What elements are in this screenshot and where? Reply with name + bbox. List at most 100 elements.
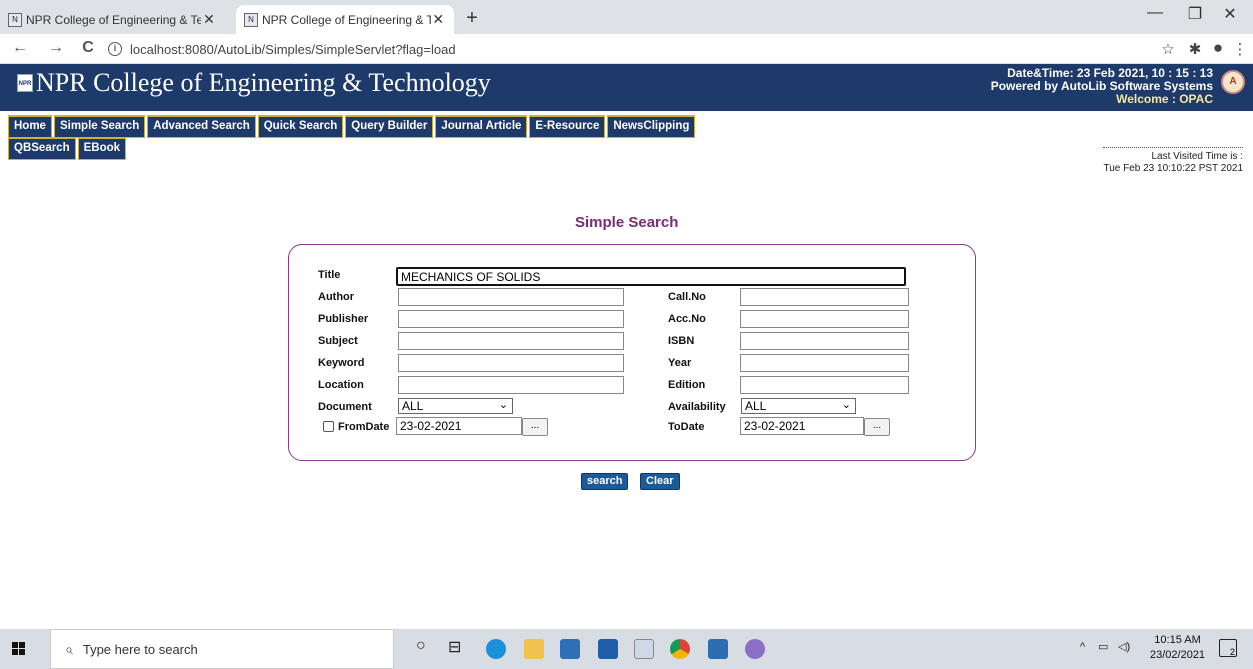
todate-input[interactable]: 23-02-2021 bbox=[740, 417, 864, 435]
url-field[interactable]: i localhost:8080/AutoLib/Simples/SimpleS… bbox=[108, 39, 1108, 59]
tray-chevron-icon[interactable]: ^ bbox=[1080, 641, 1085, 653]
store-icon[interactable] bbox=[560, 639, 580, 659]
menu-e-resource[interactable]: E-Resource bbox=[529, 115, 606, 138]
author-label: Author bbox=[318, 291, 355, 303]
paint-icon[interactable] bbox=[745, 639, 765, 659]
browser-menu-icon[interactable]: ⋮ bbox=[1230, 40, 1250, 58]
tab-title: NPR College of Engineering & Te bbox=[262, 12, 431, 27]
availability-label: Availability bbox=[668, 401, 726, 413]
menu-newsclipping[interactable]: NewsClipping bbox=[607, 115, 696, 138]
author-input[interactable] bbox=[398, 288, 624, 306]
fromdate-input[interactable]: 23-02-2021 bbox=[396, 417, 522, 435]
chrome-icon[interactable] bbox=[670, 639, 690, 659]
callno-label: Call.No bbox=[668, 291, 706, 303]
site-favicon-icon: N bbox=[244, 13, 258, 27]
last-visited-info: Last Visited Time is : Tue Feb 23 10:10:… bbox=[1103, 147, 1243, 175]
menu-advanced-search[interactable]: Advanced Search bbox=[147, 115, 256, 138]
year-input[interactable] bbox=[740, 354, 909, 372]
minimize-button[interactable]: — bbox=[1135, 4, 1175, 22]
taskbar-search-placeholder: Type here to search bbox=[82, 641, 198, 657]
title-label: Title bbox=[318, 269, 341, 281]
edition-input[interactable] bbox=[740, 376, 909, 394]
windows-start-icon[interactable] bbox=[12, 642, 26, 656]
college-name: NPR College of Engineering & Technology bbox=[36, 68, 491, 97]
availability-selected: ALL bbox=[745, 399, 767, 413]
subject-input[interactable] bbox=[398, 332, 624, 350]
publisher-label: Publisher bbox=[318, 313, 369, 325]
callno-input[interactable] bbox=[740, 288, 909, 306]
taskbar-search[interactable]: ⌕ Type here to search bbox=[50, 629, 394, 669]
menu-ebook[interactable]: EBook bbox=[77, 137, 127, 160]
network-icon[interactable]: ▭ bbox=[1098, 640, 1108, 653]
restore-button[interactable]: ❐ bbox=[1175, 4, 1215, 24]
menu-home[interactable]: Home bbox=[8, 115, 52, 138]
reload-icon[interactable]: C bbox=[78, 39, 98, 57]
title-input[interactable]: MECHANICS OF SOLIDS bbox=[396, 267, 906, 286]
menu-qbsearch[interactable]: QBSearch bbox=[8, 137, 76, 160]
address-bar: ← → C i localhost:8080/AutoLib/Simples/S… bbox=[0, 34, 1253, 64]
tab-close-icon[interactable]: ✕ bbox=[431, 11, 446, 28]
last-visited-value: Tue Feb 23 10:10:22 PST 2021 bbox=[1103, 163, 1243, 174]
clock[interactable]: 10:15 AM 23/02/2021 bbox=[1150, 633, 1205, 663]
task-view-icon[interactable]: ⊟ bbox=[448, 637, 461, 657]
document-selected: ALL bbox=[402, 399, 424, 413]
menu-simple-search[interactable]: Simple Search bbox=[53, 115, 146, 138]
keyword-input[interactable] bbox=[398, 354, 624, 372]
new-tab-button[interactable]: + bbox=[462, 7, 482, 30]
todate-picker-button[interactable]: ... bbox=[864, 418, 890, 436]
site-info-icon[interactable]: i bbox=[108, 42, 122, 56]
main-menu: Home Simple Search Advanced Search Quick… bbox=[8, 115, 697, 138]
menu-journal-article[interactable]: Journal Article bbox=[435, 115, 528, 138]
site-header: NPR NPR College of Engineering & Technol… bbox=[0, 64, 1253, 111]
clear-button[interactable]: Clear bbox=[640, 473, 680, 490]
mail-icon[interactable] bbox=[598, 639, 618, 659]
tab-close-icon[interactable]: ✕ bbox=[201, 11, 217, 28]
header-info: Date&Time: 23 Feb 2021, 10 : 15 : 13 Pow… bbox=[991, 67, 1213, 106]
notification-icon[interactable]: 2 bbox=[1219, 639, 1237, 657]
availability-select[interactable]: ALL ⌄ bbox=[741, 398, 856, 414]
back-icon[interactable]: ← bbox=[10, 39, 30, 57]
volume-icon[interactable]: ◁) bbox=[1118, 640, 1130, 653]
clock-time: 10:15 AM bbox=[1154, 634, 1201, 646]
bookmark-star-icon[interactable]: ☆ bbox=[1158, 40, 1178, 58]
site-favicon-icon: N bbox=[8, 13, 22, 27]
profile-icon[interactable]: ● bbox=[1208, 38, 1228, 58]
location-input[interactable] bbox=[398, 376, 624, 394]
isbn-input[interactable] bbox=[740, 332, 909, 350]
welcome-text: Welcome : OPAC bbox=[1116, 92, 1213, 106]
publisher-input[interactable] bbox=[398, 310, 624, 328]
file-explorer-icon[interactable] bbox=[524, 639, 544, 659]
fromdate-label: FromDate bbox=[338, 421, 390, 433]
cortana-icon[interactable]: ○ bbox=[416, 637, 426, 655]
document-select[interactable]: ALL ⌄ bbox=[398, 398, 513, 414]
subject-label: Subject bbox=[318, 335, 358, 347]
college-logo: NPR bbox=[17, 74, 33, 92]
autolib-logo: A bbox=[1221, 70, 1245, 94]
edge-icon[interactable] bbox=[486, 639, 506, 659]
close-window-button[interactable]: ✕ bbox=[1210, 4, 1250, 24]
java-icon[interactable] bbox=[634, 639, 654, 659]
menu-query-builder[interactable]: Query Builder bbox=[345, 115, 434, 138]
clock-date: 23/02/2021 bbox=[1150, 649, 1206, 661]
forward-icon[interactable]: → bbox=[46, 39, 66, 57]
search-icon: ⌕ bbox=[65, 640, 73, 657]
browser-tab-bar: N NPR College of Engineering & Te ✕ N NP… bbox=[0, 0, 1253, 34]
extensions-icon[interactable]: ✱ bbox=[1185, 40, 1205, 58]
browser-tab-active[interactable]: N NPR College of Engineering & Te ✕ bbox=[236, 5, 454, 34]
url-text: localhost:8080/AutoLib/Simples/SimpleSer… bbox=[130, 41, 456, 57]
accno-input[interactable] bbox=[740, 310, 909, 328]
tab-title: NPR College of Engineering & Te bbox=[26, 12, 201, 27]
document-label: Document bbox=[318, 401, 372, 413]
search-button[interactable]: search bbox=[581, 473, 629, 490]
fromdate-checkbox[interactable] bbox=[323, 421, 334, 432]
fromdate-picker-button[interactable]: ... bbox=[522, 418, 548, 436]
chevron-down-icon: ⌄ bbox=[498, 399, 508, 411]
windows-taskbar: ⌕ Type here to search ○ ⊟ ^ ▭ ◁) 10:15 A… bbox=[0, 629, 1253, 669]
editor-icon[interactable] bbox=[708, 639, 728, 659]
page-title: Simple Search bbox=[575, 214, 679, 231]
chevron-down-icon: ⌄ bbox=[841, 399, 851, 411]
browser-tab[interactable]: N NPR College of Engineering & Te ✕ bbox=[0, 5, 232, 34]
accno-label: Acc.No bbox=[668, 313, 706, 325]
last-visited-label: Last Visited Time is : bbox=[1151, 151, 1243, 162]
menu-quick-search[interactable]: Quick Search bbox=[257, 115, 344, 138]
